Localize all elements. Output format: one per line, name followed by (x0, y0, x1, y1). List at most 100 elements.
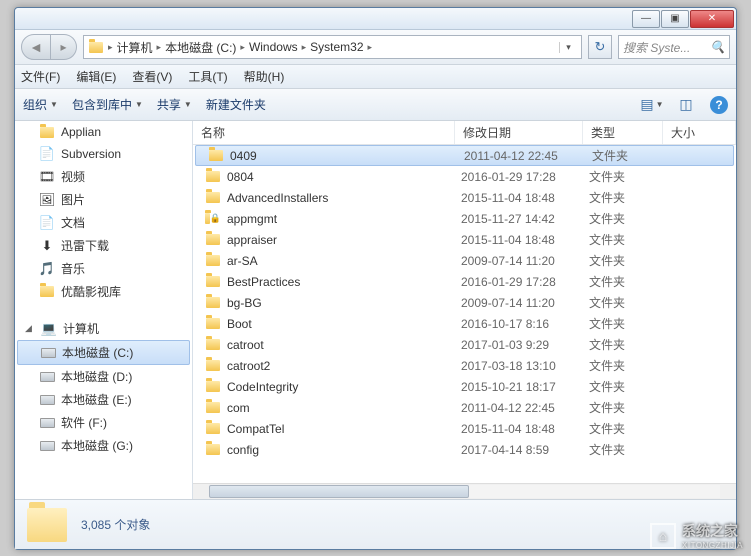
file-row[interactable]: catroot2017-01-03 9:29文件夹 (193, 334, 736, 355)
menu-edit[interactable]: 编辑(E) (76, 68, 116, 85)
nav-back-button[interactable]: ◄ (21, 34, 51, 60)
folder-icon (27, 508, 67, 542)
preview-pane-button[interactable]: ◫ (676, 95, 696, 115)
column-name[interactable]: 名称 (193, 121, 455, 144)
menu-tools[interactable]: 工具(T) (188, 68, 227, 85)
maximize-button[interactable]: ▣ (661, 10, 689, 28)
file-date: 2015-11-27 14:42 (455, 212, 583, 226)
sidebar-drive-item[interactable]: 本地磁盘 (D:) (15, 365, 192, 388)
close-button[interactable]: ✕ (690, 10, 734, 28)
file-row[interactable]: bg-BG2009-07-14 11:20文件夹 (193, 292, 736, 313)
music-icon: 🎵 (39, 261, 55, 277)
file-row[interactable]: 0409 2011-04-12 22:45文件夹 (195, 145, 734, 166)
search-placeholder: 搜索 Syste... (623, 39, 690, 56)
computer-icon: 💻 (41, 321, 57, 337)
navigation-pane[interactable]: Applian📄Subversion🎞视频🖼图片📄文档⬇迅雷下载🎵音乐优酷影视库… (15, 121, 193, 499)
file-type: 文件夹 (586, 147, 666, 164)
file-name: 0409 (230, 149, 257, 163)
sidebar-drive-item[interactable]: 本地磁盘 (G:) (15, 434, 192, 457)
folder-icon (205, 379, 221, 395)
menu-view[interactable]: 查看(V) (132, 68, 172, 85)
watermark: ⌂ 系统之家 XITONGZHIJIA (650, 521, 743, 550)
horizontal-scrollbar[interactable] (193, 483, 736, 499)
sidebar-computer-header[interactable]: ◢ 💻 计算机 (15, 317, 192, 340)
cmd-new-folder[interactable]: 新建文件夹 (206, 96, 266, 113)
sidebar-item[interactable]: 🎞视频 (15, 165, 192, 188)
file-row[interactable]: com 2011-04-12 22:45文件夹 (193, 397, 736, 418)
minimize-button[interactable]: — (632, 10, 660, 28)
sidebar-drive-item[interactable]: 软件 (F:) (15, 411, 192, 434)
cmd-include-library[interactable]: 包含到库中▼ (72, 96, 143, 113)
file-name: com (227, 401, 250, 415)
refresh-button[interactable]: ↻ (588, 35, 612, 59)
video-icon: 🎞 (39, 169, 55, 185)
column-date[interactable]: 修改日期 (455, 121, 583, 144)
menu-file[interactable]: 文件(F) (21, 68, 60, 85)
file-name: ar-SA (227, 254, 258, 268)
view-mode-button[interactable]: ▤▼ (642, 95, 662, 115)
nav-forward-button[interactable]: ▸ (51, 34, 77, 60)
help-button[interactable]: ? (710, 96, 728, 114)
file-row[interactable]: 🔒appmgmt2015-11-27 14:42文件夹 (193, 208, 736, 229)
file-row[interactable]: CodeIntegrity2015-10-21 18:17文件夹 (193, 376, 736, 397)
file-row[interactable]: BestPractices2016-01-29 17:28文件夹 (193, 271, 736, 292)
file-date: 2011-04-12 22:45 (458, 149, 586, 163)
sidebar-item[interactable]: 📄文档 (15, 211, 192, 234)
file-name: appmgmt (227, 212, 277, 226)
column-type[interactable]: 类型 (583, 121, 663, 144)
file-row[interactable]: AdvancedInstallers2015-11-04 18:48文件夹 (193, 187, 736, 208)
breadcrumb[interactable]: 本地磁盘 (C:)▸ (165, 39, 245, 56)
file-type: 文件夹 (583, 168, 663, 185)
file-row[interactable]: appraiser2015-11-04 18:48文件夹 (193, 229, 736, 250)
doc-icon: 📄 (39, 215, 55, 231)
file-row[interactable]: Boot2016-10-17 8:16文件夹 (193, 313, 736, 334)
breadcrumb[interactable]: System32▸ (310, 40, 372, 54)
file-row[interactable]: CompatTel2015-11-04 18:48文件夹 (193, 418, 736, 439)
menu-help[interactable]: 帮助(H) (244, 68, 285, 85)
file-date: 2017-03-18 13:10 (455, 359, 583, 373)
breadcrumb[interactable]: 计算机▸ (117, 39, 162, 56)
breadcrumb[interactable]: Windows▸ (249, 40, 306, 54)
file-date: 2011-04-12 22:45 (455, 401, 583, 415)
file-type: 文件夹 (583, 315, 663, 332)
scrollbar-thumb[interactable] (209, 485, 469, 498)
file-name: Boot (227, 317, 252, 331)
file-date: 2015-11-04 18:48 (455, 233, 583, 247)
file-date: 2016-01-29 17:28 (455, 275, 583, 289)
file-row[interactable]: config2017-04-14 8:59文件夹 (193, 439, 736, 460)
file-row[interactable]: 08042016-01-29 17:28文件夹 (193, 166, 736, 187)
sidebar-item[interactable]: 🎵音乐 (15, 257, 192, 280)
file-row[interactable]: ar-SA2009-07-14 11:20文件夹 (193, 250, 736, 271)
column-headers: 名称 修改日期 类型 大小 (193, 121, 736, 145)
file-name: 0804 (227, 170, 254, 184)
status-text: 3,085 个对象 (81, 516, 150, 533)
address-bar[interactable]: ▸ 计算机▸ 本地磁盘 (C:)▸ Windows▸ System32▸ ▾ (83, 35, 582, 59)
address-dropdown[interactable]: ▾ (559, 42, 577, 53)
folder-icon (205, 421, 221, 437)
sidebar-drive-item[interactable]: 本地磁盘 (E:) (15, 388, 192, 411)
folder-icon (205, 295, 221, 311)
folder-icon (208, 148, 224, 164)
sidebar-drive-item[interactable]: 本地磁盘 (C:) (17, 340, 190, 365)
file-list[interactable]: 04092011-04-12 22:45文件夹08042016-01-29 17… (193, 145, 736, 483)
column-size[interactable]: 大小 (663, 121, 736, 144)
cmd-share[interactable]: 共享▼ (157, 96, 192, 113)
file-type: 文件夹 (583, 399, 663, 416)
status-bar: 3,085 个对象 (15, 499, 736, 549)
sidebar-item[interactable]: 🖼图片 (15, 188, 192, 211)
cmd-organize[interactable]: 组织▼ (23, 96, 58, 113)
drive-icon (39, 392, 55, 408)
search-input[interactable]: 搜索 Syste... 🔍 (618, 35, 730, 59)
sidebar-item[interactable]: ⬇迅雷下载 (15, 234, 192, 257)
file-name: config (227, 443, 259, 457)
file-row[interactable]: catroot22017-03-18 13:10文件夹 (193, 355, 736, 376)
file-type: 文件夹 (583, 294, 663, 311)
file-type: 文件夹 (583, 189, 663, 206)
sidebar-item[interactable]: Applian (15, 121, 192, 143)
svn-icon: 📄 (39, 146, 55, 162)
sidebar-item[interactable]: 优酷影视库 (15, 280, 192, 303)
file-date: 2015-10-21 18:17 (455, 380, 583, 394)
file-type: 文件夹 (583, 336, 663, 353)
file-type: 文件夹 (583, 378, 663, 395)
sidebar-item[interactable]: 📄Subversion (15, 143, 192, 165)
